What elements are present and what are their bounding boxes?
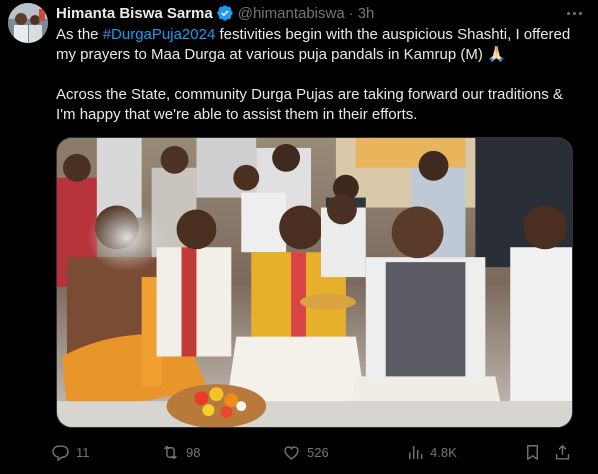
retweet-count: 98 <box>186 444 201 460</box>
reply-icon <box>51 443 70 462</box>
views-count: 4.8K <box>430 444 457 460</box>
avatar[interactable] <box>8 3 48 43</box>
views-button[interactable]: 4.8K <box>405 438 457 466</box>
like-icon <box>282 443 301 462</box>
tweet-photo[interactable] <box>56 137 573 428</box>
views-icon <box>405 443 424 462</box>
author-handle[interactable]: @himantabiswa <box>238 5 345 22</box>
like-button[interactable]: 526 <box>282 438 329 466</box>
retweet-icon <box>161 443 180 462</box>
hashtag-link[interactable]: #DurgaPuja2024 <box>103 26 216 43</box>
share-icon <box>553 443 572 462</box>
more-icon[interactable] <box>564 3 584 23</box>
separator-dot: · <box>348 4 354 22</box>
share-button[interactable] <box>553 438 572 466</box>
retweet-button[interactable]: 98 <box>161 438 200 466</box>
verified-badge-icon <box>216 4 234 22</box>
timestamp[interactable]: 3h <box>358 5 375 22</box>
action-bar: 11 98 526 4.8K <box>49 438 579 466</box>
tweet-header: Himanta Biswa Sarma @himantabiswa · 3h <box>56 3 374 23</box>
tweet[interactable]: Himanta Biswa Sarma @himantabiswa · 3h A… <box>0 0 598 474</box>
bookmark-button[interactable] <box>523 438 542 466</box>
tweet-paragraph-1: As the #DurgaPuja2024 festivities begin … <box>56 25 576 65</box>
reply-button[interactable]: 11 <box>51 438 90 466</box>
like-count: 526 <box>307 444 329 460</box>
reply-count: 11 <box>76 444 90 460</box>
text-segment: As the <box>56 26 103 43</box>
author-name[interactable]: Himanta Biswa Sarma <box>56 5 213 22</box>
bookmark-icon <box>523 443 542 462</box>
tweet-paragraph-2: Across the State, community Durga Pujas … <box>56 86 563 123</box>
tweet-text: As the #DurgaPuja2024 festivities begin … <box>56 25 576 125</box>
